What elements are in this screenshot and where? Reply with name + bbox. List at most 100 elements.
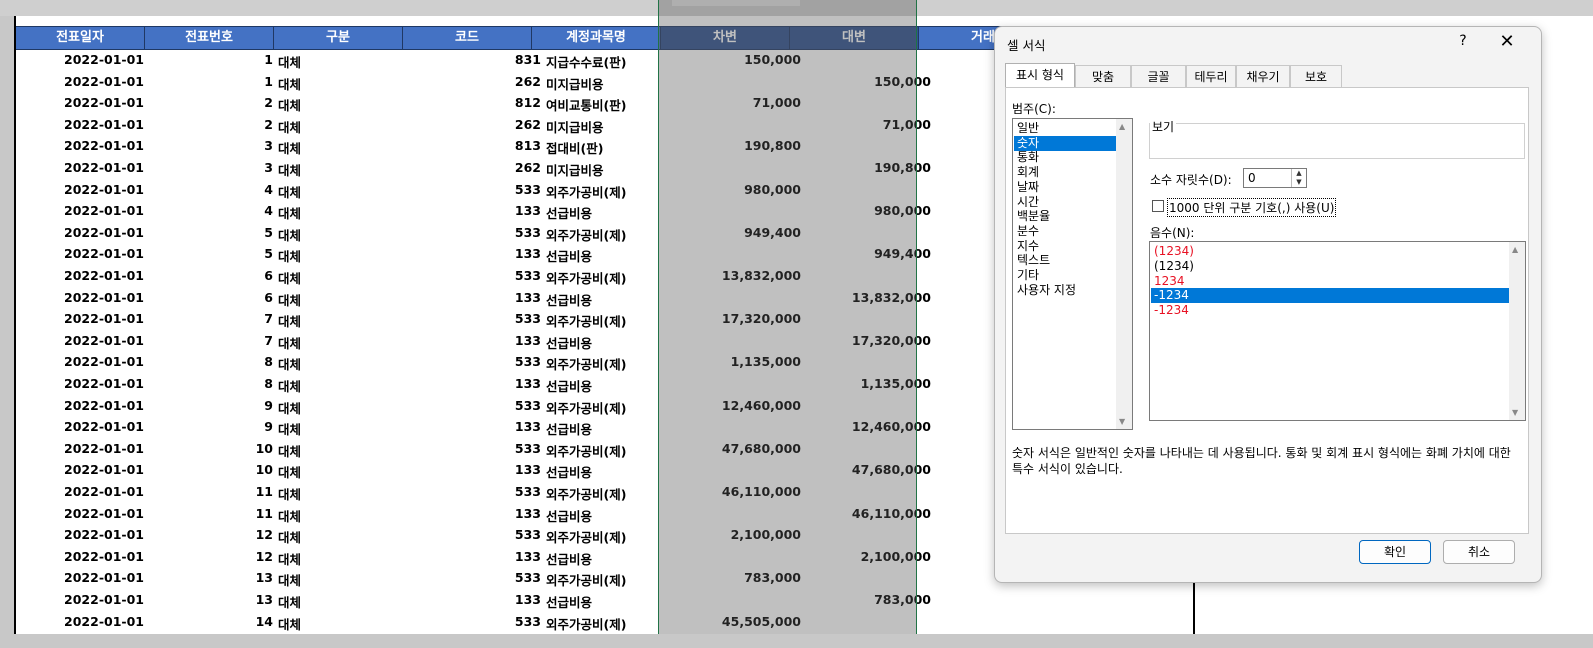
account-name-cell[interactable]: 외주가공비(제) xyxy=(546,398,686,417)
category-item[interactable]: 시간 xyxy=(1014,195,1116,210)
account-name-cell[interactable]: 외주가공비(제) xyxy=(546,225,686,244)
decimal-places-stepper[interactable]: 0 ▲ ▼ xyxy=(1243,168,1307,188)
division-cell[interactable]: 대체 xyxy=(278,74,358,93)
spin-up-icon[interactable]: ▲ xyxy=(1292,169,1306,178)
voucher-no-cell[interactable]: 6 xyxy=(146,268,273,283)
code-cell[interactable]: 533 xyxy=(426,570,541,585)
debit-cell[interactable]: 980,000 xyxy=(688,182,801,197)
account-name-cell[interactable]: 선급비용 xyxy=(546,246,686,265)
date-cell[interactable]: 2022-01-01 xyxy=(16,398,144,413)
account-name-cell[interactable]: 접대비(판) xyxy=(546,138,686,157)
account-name-cell[interactable]: 선급비용 xyxy=(546,290,686,309)
decimal-spin[interactable]: ▲ ▼ xyxy=(1291,169,1306,187)
negative-format-option[interactable]: 1234 xyxy=(1151,274,1509,289)
code-cell[interactable]: 533 xyxy=(426,614,541,629)
account-name-cell[interactable]: 미지급비용 xyxy=(546,117,686,136)
voucher-no-cell[interactable]: 2 xyxy=(146,95,273,110)
debit-cell[interactable]: 949,400 xyxy=(688,225,801,240)
ok-button[interactable]: 확인 xyxy=(1359,540,1431,564)
debit-cell[interactable]: 46,110,000 xyxy=(688,484,801,499)
voucher-no-cell[interactable]: 11 xyxy=(146,506,273,521)
tab-alignment[interactable]: 맞춤 xyxy=(1075,65,1131,87)
tab-number[interactable]: 표시 형식 xyxy=(1005,63,1075,88)
account-name-cell[interactable]: 선급비용 xyxy=(546,376,686,395)
debit-cell[interactable]: 47,680,000 xyxy=(688,441,801,456)
voucher-no-cell[interactable]: 12 xyxy=(146,549,273,564)
voucher-no-cell[interactable]: 14 xyxy=(146,614,273,629)
date-cell[interactable]: 2022-01-01 xyxy=(16,592,144,607)
category-item[interactable]: 지수 xyxy=(1014,239,1116,254)
date-cell[interactable]: 2022-01-01 xyxy=(16,268,144,283)
category-item[interactable]: 날짜 xyxy=(1014,180,1116,195)
code-cell[interactable]: 133 xyxy=(426,376,541,391)
category-item[interactable]: 숫자 xyxy=(1014,135,1116,151)
division-cell[interactable]: 대체 xyxy=(278,52,358,71)
code-cell[interactable]: 533 xyxy=(426,354,541,369)
division-cell[interactable]: 대체 xyxy=(278,484,358,503)
scroll-down-icon[interactable]: ▼ xyxy=(1119,417,1125,426)
account-name-cell[interactable]: 선급비용 xyxy=(546,419,686,438)
debit-cell[interactable]: 12,460,000 xyxy=(688,398,801,413)
date-cell[interactable]: 2022-01-01 xyxy=(16,484,144,499)
col-header-date[interactable]: 전표일자 xyxy=(16,27,145,49)
col-header-credit[interactable]: 대변 xyxy=(790,27,919,49)
account-name-cell[interactable]: 외주가공비(제) xyxy=(546,182,686,201)
scroll-up-icon[interactable]: ▲ xyxy=(1512,245,1518,254)
table-row[interactable]: 2022-01-01 14 대체 533 외주가공비(제) 45,505,000 xyxy=(16,611,1196,633)
voucher-no-cell[interactable]: 7 xyxy=(146,311,273,326)
voucher-no-cell[interactable]: 12 xyxy=(146,527,273,542)
code-cell[interactable]: 831 xyxy=(426,52,541,67)
account-name-cell[interactable]: 외주가공비(제) xyxy=(546,311,686,330)
account-name-cell[interactable]: 외주가공비(제) xyxy=(546,268,686,287)
debit-cell[interactable]: 45,505,000 xyxy=(688,614,801,629)
voucher-no-cell[interactable]: 8 xyxy=(146,376,273,391)
category-item[interactable]: 기타 xyxy=(1014,268,1116,283)
division-cell[interactable]: 대체 xyxy=(278,95,358,114)
date-cell[interactable]: 2022-01-01 xyxy=(16,333,144,348)
division-cell[interactable]: 대체 xyxy=(278,441,358,460)
credit-cell[interactable]: 980,000 xyxy=(818,203,931,218)
cancel-button[interactable]: 취소 xyxy=(1443,540,1515,564)
date-cell[interactable]: 2022-01-01 xyxy=(16,52,144,67)
negative-format-option[interactable]: -1234 xyxy=(1151,288,1509,304)
code-cell[interactable]: 262 xyxy=(426,74,541,89)
code-cell[interactable]: 133 xyxy=(426,203,541,218)
col-header-debit[interactable]: 차변 xyxy=(661,27,790,49)
voucher-no-cell[interactable]: 4 xyxy=(146,203,273,218)
category-item[interactable]: 텍스트 xyxy=(1014,253,1116,268)
account-name-cell[interactable]: 외주가공비(제) xyxy=(546,570,686,589)
thousands-separator-checkbox[interactable] xyxy=(1152,200,1164,212)
account-name-cell[interactable]: 선급비용 xyxy=(546,506,686,525)
division-cell[interactable]: 대체 xyxy=(278,354,358,373)
code-cell[interactable]: 133 xyxy=(426,592,541,607)
date-cell[interactable]: 2022-01-01 xyxy=(16,225,144,240)
date-cell[interactable]: 2022-01-01 xyxy=(16,311,144,326)
division-cell[interactable]: 대체 xyxy=(278,290,358,309)
tab-fill[interactable]: 채우기 xyxy=(1236,65,1290,87)
voucher-no-cell[interactable]: 10 xyxy=(146,441,273,456)
debit-cell[interactable]: 17,320,000 xyxy=(688,311,801,326)
credit-cell[interactable]: 150,000 xyxy=(818,74,931,89)
code-cell[interactable]: 133 xyxy=(426,419,541,434)
debit-cell[interactable]: 71,000 xyxy=(688,95,801,110)
division-cell[interactable]: 대체 xyxy=(278,419,358,438)
decimal-places-value[interactable]: 0 xyxy=(1248,171,1256,185)
division-cell[interactable]: 대체 xyxy=(278,138,358,157)
debit-cell[interactable]: 190,800 xyxy=(688,138,801,153)
negative-format-option[interactable]: (1234) xyxy=(1151,244,1509,259)
date-cell[interactable]: 2022-01-01 xyxy=(16,290,144,305)
account-name-cell[interactable]: 선급비용 xyxy=(546,462,686,481)
division-cell[interactable]: 대체 xyxy=(278,527,358,546)
voucher-no-cell[interactable]: 4 xyxy=(146,182,273,197)
date-cell[interactable]: 2022-01-01 xyxy=(16,246,144,261)
credit-cell[interactable]: 949,400 xyxy=(818,246,931,261)
account-name-cell[interactable]: 외주가공비(제) xyxy=(546,354,686,373)
date-cell[interactable]: 2022-01-01 xyxy=(16,354,144,369)
scroll-down-icon[interactable]: ▼ xyxy=(1512,408,1518,417)
division-cell[interactable]: 대체 xyxy=(278,462,358,481)
voucher-no-cell[interactable]: 1 xyxy=(146,74,273,89)
date-cell[interactable]: 2022-01-01 xyxy=(16,549,144,564)
close-icon[interactable]: ✕ xyxy=(1495,31,1519,52)
account-name-cell[interactable]: 지급수수료(판) xyxy=(546,52,686,71)
credit-cell[interactable]: 13,832,000 xyxy=(818,290,931,305)
